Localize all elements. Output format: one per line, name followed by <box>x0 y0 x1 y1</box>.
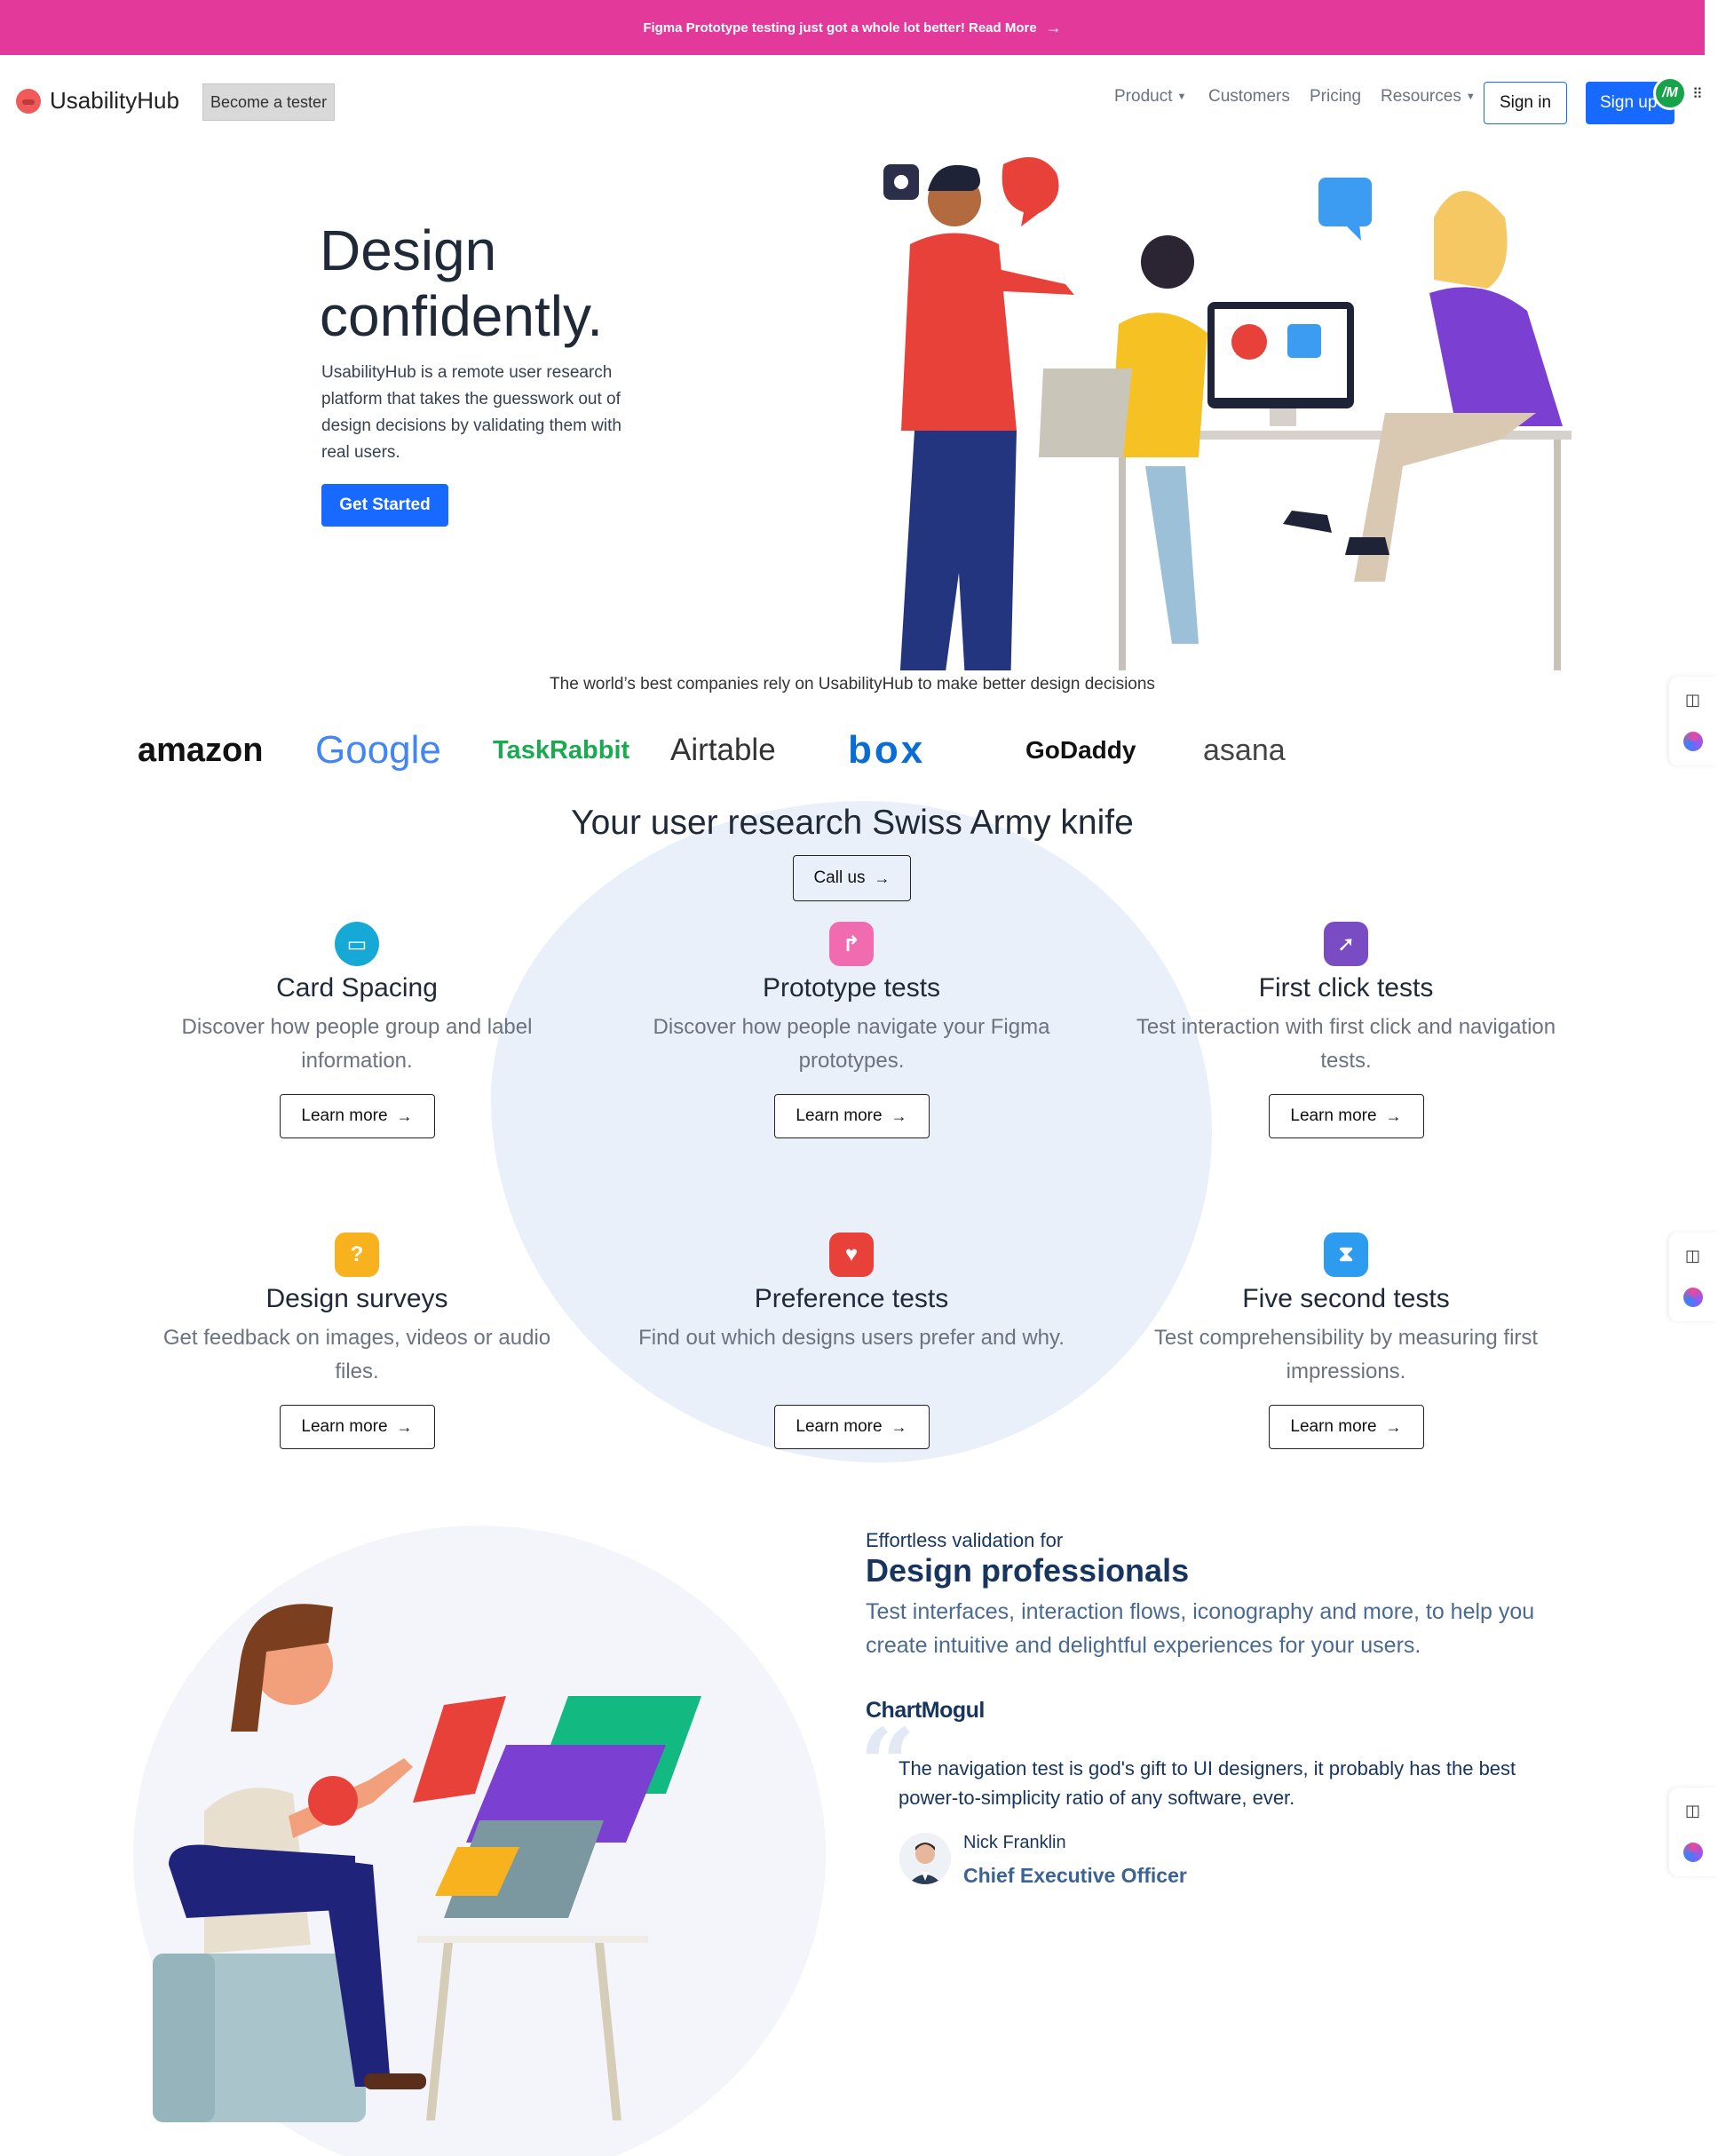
avatar <box>899 1833 951 1884</box>
caret-down-icon: ▼ <box>1176 91 1187 102</box>
side-widget[interactable]: ◫ <box>1669 1233 1718 1321</box>
designer-illustration <box>153 1604 701 2122</box>
arrow-right-icon: → <box>874 868 891 887</box>
heart-icon: ♥ <box>829 1233 874 1277</box>
side-widget[interactable]: ◫ <box>1669 1787 1718 1876</box>
feature-description: Discover how people group and label info… <box>181 1015 533 1073</box>
nav-item-pricing-label: Pricing <box>1310 87 1362 106</box>
arrow-right-icon: → <box>1385 1106 1402 1125</box>
testimonial-quote: The navigation test is god's gift to UI … <box>899 1757 1516 1809</box>
airtable-logo: Airtable <box>670 733 776 767</box>
feature-title: Prototype tests <box>762 973 941 1003</box>
learn-more-button[interactable]: Learn more → <box>773 1094 930 1138</box>
taskrabbit-logo: TaskRabbit <box>493 735 630 765</box>
professionals-description: Test interfaces, interaction flows, icon… <box>866 1599 1535 1658</box>
learn-more-button[interactable]: Learn more → <box>773 1405 930 1449</box>
nav-item-resources-label: Resources <box>1381 87 1461 106</box>
feature-card-first-click-tests: ➚ First click tests Test interaction wit… <box>1133 922 1559 1138</box>
prototype-icon: ↱ <box>829 922 874 966</box>
side-widget[interactable]: ◫ <box>1669 677 1718 765</box>
become-tester-link[interactable]: Become a tester <box>202 83 336 121</box>
learn-more-label: Learn more <box>1290 1417 1377 1436</box>
company-logos: amazon Google TaskRabbit Airtable box Go… <box>133 719 1358 781</box>
learn-more-label: Learn more <box>796 1417 883 1436</box>
box-logo: box <box>848 728 926 772</box>
learn-more-label: Learn more <box>301 1106 388 1125</box>
brain-icon[interactable] <box>1683 1843 1703 1862</box>
usabilityhub-logo-icon <box>16 88 41 114</box>
learn-more-button[interactable]: Learn more → <box>1268 1405 1424 1449</box>
announcement-text[interactable]: Figma Prototype testing just got a whole… <box>643 20 1036 36</box>
feature-title: Preference tests <box>754 1284 949 1313</box>
nav-item-product[interactable]: Product ▼ <box>1114 87 1186 107</box>
feature-description: Discover how people navigate your Figma … <box>653 1015 1050 1073</box>
hero-title-line1: Design <box>320 218 497 282</box>
feature-description: Test comprehensibility by measuring firs… <box>1153 1326 1539 1383</box>
nav-item-resources[interactable]: Resources ▼ <box>1381 87 1476 107</box>
hero-title-line2: confidently. <box>320 284 603 348</box>
hero-description: UsabilityHub is a remote user research p… <box>321 363 621 462</box>
call-us-button[interactable]: Call us → <box>793 855 911 901</box>
brain-icon[interactable] <box>1683 1288 1703 1307</box>
feature-card-design-surveys: ? Design surveys Get feedback on images,… <box>144 1233 570 1449</box>
book-icon[interactable]: ◫ <box>1685 691 1700 709</box>
godaddy-logo: GoDaddy <box>1025 736 1136 764</box>
feature-description: Find out which designs users prefer and … <box>638 1326 1065 1350</box>
learn-more-button[interactable]: Learn more → <box>1268 1094 1424 1138</box>
nav-item-customers-label: Customers <box>1208 87 1290 106</box>
features-title: Your user research Swiss Army knife <box>571 804 1134 842</box>
logo[interactable]: UsabilityHub <box>16 87 179 115</box>
hero-title: Design confidently. <box>320 218 781 349</box>
nav-item-product-label: Product <box>1114 87 1173 106</box>
feature-title: First click tests <box>1258 973 1434 1003</box>
book-icon[interactable]: ◫ <box>1685 1802 1700 1820</box>
feature-description: Get feedback on images, videos or audio … <box>162 1326 551 1383</box>
hourglass-icon: ⧗ <box>1324 1233 1368 1277</box>
testimonial-person-role: Chief Executive Officer <box>963 1864 1187 1887</box>
professionals-title: Design professionals <box>866 1552 1190 1589</box>
drag-handle-icon[interactable]: ⠿ <box>1692 85 1703 103</box>
get-started-button[interactable]: Get Started <box>321 484 448 527</box>
hero-illustration <box>883 157 1572 670</box>
trust-text: The world’s best companies rely on Usabi… <box>550 675 1155 694</box>
google-logo: Google <box>315 728 441 772</box>
top-navigation: UsabilityHub Become a tester Product ▼ Cu… <box>0 55 1705 151</box>
feature-card-five-second-tests: ⧗ Five second tests Test comprehensibili… <box>1133 1233 1559 1449</box>
cursor-icon: ➚ <box>1324 922 1368 966</box>
arrow-right-icon: → <box>396 1106 413 1125</box>
logo-text: UsabilityHub <box>50 87 179 114</box>
sign-in-button[interactable]: Sign in <box>1484 82 1567 124</box>
feature-description: Test interaction with first click and na… <box>1136 1015 1556 1073</box>
brain-icon[interactable] <box>1683 732 1703 751</box>
asana-logo: asana <box>1203 733 1286 767</box>
arrow-right-icon: → <box>891 1106 907 1125</box>
call-us-label: Call us <box>813 868 866 887</box>
arrow-right-icon: → <box>396 1417 413 1436</box>
feature-title: Five second tests <box>1242 1284 1450 1313</box>
learn-more-button[interactable]: Learn more → <box>279 1094 435 1138</box>
feature-card-card-spacing: ▭ Card Spacing Discover how people group… <box>144 922 570 1138</box>
caret-down-icon: ▼ <box>1465 91 1476 102</box>
testimonial-person-name: Nick Franklin <box>963 1833 1066 1852</box>
learn-more-button[interactable]: Learn more → <box>279 1405 435 1449</box>
learn-more-label: Learn more <box>1290 1106 1377 1125</box>
nav-item-pricing[interactable]: Pricing <box>1310 87 1361 107</box>
amazon-logo: amazon <box>138 731 264 769</box>
learn-more-label: Learn more <box>796 1106 883 1125</box>
question-icon: ? <box>335 1233 379 1277</box>
extension-badge[interactable]: /M <box>1653 76 1687 110</box>
feature-card-prototype-tests: ↱ Prototype tests Discover how people na… <box>638 922 1065 1138</box>
feature-card-preference-tests: ♥ Preference tests Find out which design… <box>638 1233 1065 1449</box>
announcement-bar[interactable]: Figma Prototype testing just got a whole… <box>0 0 1705 55</box>
professionals-kicker: Effortless validation for <box>866 1529 1064 1551</box>
learn-more-label: Learn more <box>301 1417 388 1436</box>
book-icon[interactable]: ◫ <box>1685 1247 1700 1265</box>
feature-title: Card Spacing <box>276 973 438 1003</box>
arrow-right-icon: → <box>1385 1417 1402 1436</box>
arrow-right-icon: → <box>891 1417 907 1436</box>
nav-item-customers[interactable]: Customers <box>1208 87 1290 107</box>
arrow-right-icon: → <box>1045 18 1062 36</box>
card-sort-icon: ▭ <box>335 922 379 966</box>
feature-title: Design surveys <box>265 1284 448 1313</box>
